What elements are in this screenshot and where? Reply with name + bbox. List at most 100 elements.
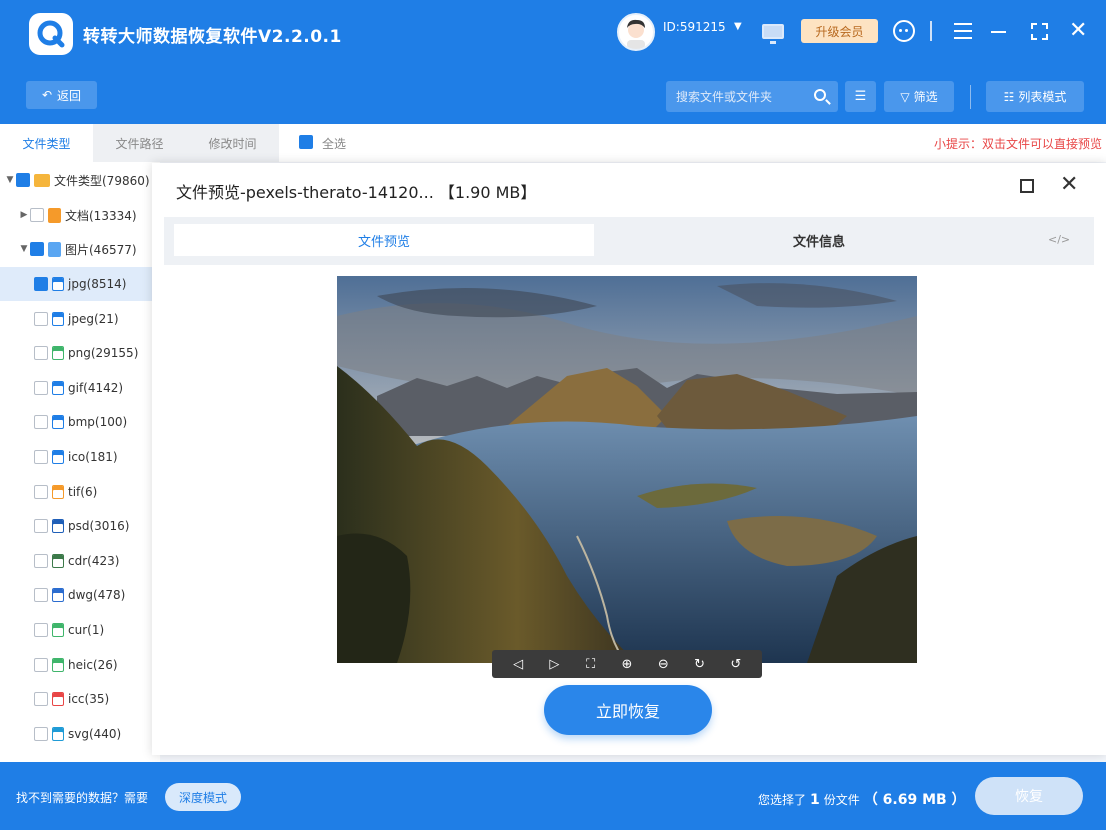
maximize-icon[interactable] <box>1020 179 1034 193</box>
tree-item-subtype[interactable]: jpg(8514) <box>0 267 152 301</box>
back-button[interactable]: ↶ 返回 <box>26 81 97 109</box>
deep-mode-button[interactable]: 深度模式 <box>165 783 241 811</box>
list-mode-button[interactable]: ☷ 列表模式 <box>986 81 1084 112</box>
selected-count: 1 <box>810 792 820 808</box>
tab-file-info[interactable]: 文件信息 <box>604 224 1034 256</box>
search-box[interactable] <box>666 81 838 112</box>
tree-item-subtype[interactable]: svg(440) <box>0 717 152 751</box>
recover-button[interactable]: 恢复 <box>975 777 1083 815</box>
recover-now-button[interactable]: 立即恢复 <box>544 685 712 735</box>
tree-item-subtype[interactable]: ico(181) <box>0 440 152 474</box>
tab-file-path[interactable]: 文件路径 <box>93 124 186 162</box>
tab-modified-time[interactable]: 修改时间 <box>186 124 279 162</box>
list-mode-label: 列表模式 <box>1018 90 1067 104</box>
file-type-icon <box>52 346 64 361</box>
rotate-left-icon[interactable]: ↺ <box>725 653 747 675</box>
tree-item-subtype[interactable]: cdr(423) <box>0 544 152 578</box>
list-mode-icon: ☷ <box>1003 89 1015 104</box>
tree-checkbox[interactable] <box>34 588 48 603</box>
tab-file-preview[interactable]: 文件预览 <box>174 224 594 256</box>
tree-item-pictures[interactable]: ▼ 图片(46577) <box>0 232 152 266</box>
filter-label: 筛选 <box>913 90 938 104</box>
tree-label: cur(1) <box>68 623 105 637</box>
tree-item-subtype[interactable]: png(29155) <box>0 336 152 370</box>
tree-checkbox[interactable] <box>34 692 48 707</box>
fit-screen-icon[interactable]: ⛶ <box>580 653 602 675</box>
tree-checkbox[interactable] <box>34 623 48 637</box>
tree-item-subtype[interactable]: cur(1) <box>0 613 152 647</box>
tree-label: heic(26) <box>68 657 118 672</box>
tree-label: 文档(13334) <box>65 208 137 223</box>
tree-checkbox[interactable] <box>34 277 48 291</box>
close-dialog-icon[interactable]: ✕ <box>1060 173 1078 197</box>
user-avatar[interactable] <box>617 13 655 51</box>
tree-checkbox[interactable] <box>34 726 48 741</box>
search-icon[interactable] <box>814 89 826 101</box>
customer-service-icon[interactable] <box>893 20 915 42</box>
selected-summary: 您选择了 1 份文件 （ 6.69 MB ） <box>758 789 966 809</box>
file-type-icon <box>52 519 64 534</box>
filter-icon: ▽ <box>900 89 910 104</box>
filter-button[interactable]: ▽ 筛选 <box>884 81 954 112</box>
collapse-arrow-icon[interactable]: ▼ <box>4 175 16 185</box>
menu-icon[interactable] <box>954 23 972 39</box>
tree-label: png(29155) <box>68 346 139 361</box>
user-menu-caret-icon[interactable]: ▼ <box>734 21 742 32</box>
next-icon[interactable]: ▷ <box>543 653 565 675</box>
fullscreen-icon[interactable] <box>1031 23 1048 40</box>
tree-checkbox[interactable] <box>34 380 48 395</box>
file-type-icon <box>52 588 64 603</box>
tree-label: svg(440) <box>68 726 122 741</box>
tree-checkbox[interactable] <box>34 484 48 499</box>
collapse-arrow-icon[interactable]: ▼ <box>18 244 30 254</box>
tree-item-subtype[interactable]: psd(3016) <box>0 509 152 543</box>
select-all-checkbox[interactable] <box>299 135 313 149</box>
zoom-out-icon[interactable]: ⊖ <box>652 653 674 675</box>
monitor-icon[interactable] <box>762 24 784 44</box>
tree-item-subtype[interactable]: gif(4142) <box>0 371 152 405</box>
file-type-icon <box>52 277 64 291</box>
rotate-right-icon[interactable]: ↻ <box>689 653 711 675</box>
search-input[interactable] <box>676 87 804 107</box>
advanced-search-button[interactable]: ☰ <box>845 81 876 112</box>
tab-file-type[interactable]: 文件类型 <box>0 124 93 162</box>
tree-checkbox[interactable] <box>30 242 44 256</box>
file-type-icon <box>52 553 64 568</box>
zoom-in-icon[interactable]: ⊕ <box>616 653 638 675</box>
advanced-search-icon: ☰ <box>854 89 867 104</box>
tree-checkbox[interactable] <box>34 311 48 326</box>
tree-label: 文件类型(79860) <box>54 173 150 188</box>
minimize-icon[interactable] <box>991 31 1006 33</box>
tree-item-documents[interactable]: ▶ 文档(13334) <box>0 198 152 232</box>
select-all-label: 全选 <box>322 137 347 151</box>
previous-icon[interactable]: ◁ <box>507 653 529 675</box>
back-label: 返回 <box>57 88 82 103</box>
dialog-tabs: 文件预览 文件信息 </> <box>164 217 1094 265</box>
tree-item-subtype[interactable]: tif(6) <box>0 475 152 509</box>
tree-item-subtype[interactable]: jpeg(21) <box>0 302 152 336</box>
close-window-icon[interactable]: ✕ <box>1069 20 1087 42</box>
tree-checkbox[interactable] <box>34 346 48 361</box>
tree-checkbox[interactable] <box>34 553 48 568</box>
tree-item-subtype[interactable]: icc(35) <box>0 682 152 716</box>
divider <box>970 85 971 109</box>
tree-checkbox[interactable] <box>30 208 44 222</box>
file-type-icon <box>52 726 64 741</box>
upgrade-vip-button[interactable]: 升级会员 <box>801 19 878 43</box>
tree-checkbox[interactable] <box>34 415 48 430</box>
back-arrow-icon: ↶ <box>41 88 53 102</box>
expand-arrow-icon[interactable]: ▶ <box>18 210 30 220</box>
user-id[interactable]: ID:591215 <box>663 20 726 34</box>
file-type-icon <box>52 415 64 430</box>
file-type-icon <box>52 450 64 464</box>
tree-checkbox[interactable] <box>16 173 30 187</box>
code-toggle-icon[interactable]: </> <box>1048 233 1070 246</box>
tree-checkbox[interactable] <box>34 519 48 534</box>
tree-root[interactable]: ▼ 文件类型(79860) <box>0 163 152 197</box>
tree-item-subtype[interactable]: dwg(478) <box>0 578 152 612</box>
tree-checkbox[interactable] <box>34 450 48 464</box>
tree-checkbox[interactable] <box>34 657 48 672</box>
tree-item-subtype[interactable]: bmp(100) <box>0 405 152 439</box>
file-type-tree: ▼ 文件类型(79860) ▶ 文档(13334) ▼ 图片(46577) jp… <box>0 162 160 762</box>
tree-item-subtype[interactable]: heic(26) <box>0 648 152 682</box>
